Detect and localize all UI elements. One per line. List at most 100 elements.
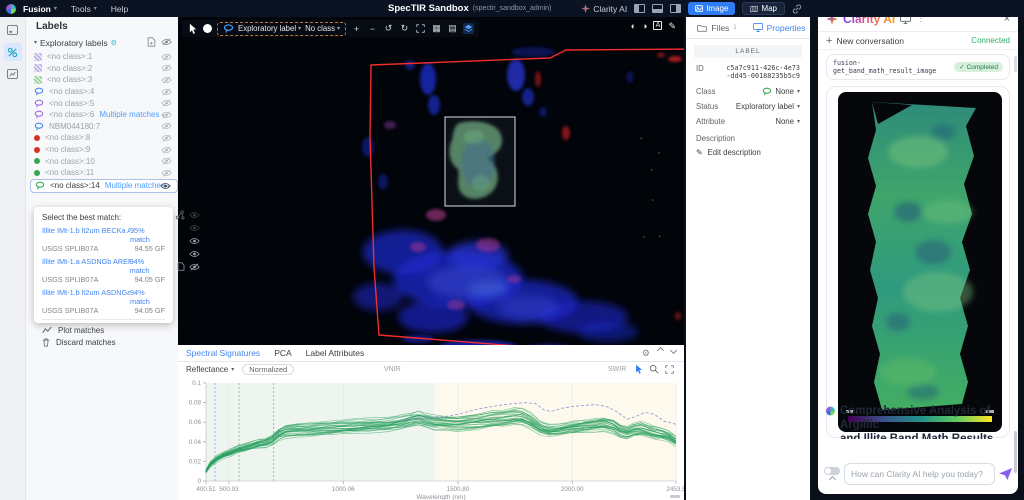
- menu-help[interactable]: Help: [104, 0, 135, 17]
- fit-view-icon[interactable]: [415, 24, 426, 33]
- new-conversation-button[interactable]: + New conversation: [826, 35, 904, 47]
- class-dropdown[interactable]: No class▾: [305, 24, 340, 33]
- visibility-eye-icon[interactable]: [161, 88, 172, 96]
- add-file-icon[interactable]: [147, 37, 156, 47]
- invert-icon[interactable]: ◑: [642, 21, 647, 32]
- tab-spectral-signatures[interactable]: Spectral Signatures: [186, 348, 260, 358]
- y-axis-mode-dropdown[interactable]: Reflectance▾: [186, 365, 234, 374]
- image-view-button[interactable]: Image: [688, 2, 735, 15]
- cursor-tool-icon[interactable]: [187, 23, 198, 34]
- visibility-eye-icon[interactable]: [161, 146, 172, 154]
- chart-rail-button[interactable]: [4, 65, 22, 83]
- visibility-eye-icon[interactable]: [161, 64, 172, 72]
- mode-toggle[interactable]: [824, 467, 840, 475]
- chevron-up-icon[interactable]: [828, 475, 835, 482]
- layers-icon[interactable]: [463, 23, 474, 34]
- multiple-matches-link[interactable]: Multiple matches ▾: [99, 110, 164, 119]
- collapse-icon[interactable]: [657, 347, 664, 354]
- layout-right-panel-icon[interactable]: [670, 4, 681, 13]
- chat-scroll-area[interactable]: fusion-get_band_math_result_image ✓ Comp…: [818, 50, 1018, 450]
- visibility-eye-icon[interactable]: [161, 76, 172, 84]
- rotate-ccw-icon[interactable]: ↺: [383, 23, 394, 34]
- layout-left-panel-icon[interactable]: [634, 4, 645, 13]
- zoom-out-icon[interactable]: −: [367, 24, 378, 34]
- molecule-icon[interactable]: [175, 210, 185, 220]
- match-row[interactable]: Illite IMt-1.b lt2um ASDNGa...94% match …: [42, 288, 165, 315]
- normalized-pill[interactable]: Normalized: [242, 364, 294, 375]
- property-field-status[interactable]: Status Exploratory label▾: [686, 96, 810, 111]
- visibility-eye-icon[interactable]: [161, 122, 172, 130]
- label-list-item[interactable]: <no class>:11: [30, 167, 178, 179]
- zoom-in-icon[interactable]: +: [351, 24, 362, 34]
- contrast-icon[interactable]: ◐: [631, 21, 636, 32]
- match-row[interactable]: Illite IMt-1.a ASDNGb AREF94% match USGS…: [42, 257, 165, 284]
- panels-rail-button[interactable]: [4, 21, 22, 39]
- label-list-item[interactable]: NBM044180:7: [30, 121, 178, 133]
- chart-h-scrollbar[interactable]: [670, 495, 680, 498]
- label-list-item[interactable]: <no class>:9: [30, 144, 178, 156]
- label-list-item[interactable]: <no class>:6 Multiple matches ▾: [30, 109, 178, 121]
- eye-off-icon[interactable]: [189, 263, 200, 271]
- visibility-eye-icon[interactable]: [160, 182, 171, 190]
- visibility-eye-icon[interactable]: [161, 169, 172, 177]
- label-list-item[interactable]: <no class>:1: [30, 51, 178, 63]
- plot-matches-button[interactable]: Plot matches: [42, 324, 165, 336]
- list-view-icon[interactable]: ▤: [447, 23, 458, 34]
- discard-matches-button[interactable]: Discard matches: [42, 336, 165, 348]
- eye-icon[interactable]: [189, 224, 200, 232]
- visibility-eye-icon[interactable]: [161, 111, 172, 119]
- clarity-scrollbar[interactable]: [1014, 431, 1017, 473]
- visibility-eye-icon[interactable]: [161, 157, 172, 165]
- rotate-cw-icon[interactable]: ↻: [399, 23, 410, 34]
- labels-rail-button[interactable]: [4, 43, 22, 61]
- brush-tool-icon[interactable]: [203, 24, 212, 33]
- label-list-item[interactable]: <no class>:8: [30, 132, 178, 144]
- chat-input[interactable]: [851, 469, 988, 479]
- file-icon[interactable]: [177, 262, 185, 271]
- property-field-attribute[interactable]: Attribute None▾: [686, 111, 810, 126]
- visibility-eye-icon[interactable]: [161, 134, 172, 142]
- gear-icon: ⚙: [111, 39, 117, 47]
- send-icon[interactable]: [999, 468, 1012, 480]
- menu-tools[interactable]: Tools▾: [64, 0, 104, 17]
- layout-bottom-panel-icon[interactable]: [652, 4, 663, 13]
- map-view-button[interactable]: Map: [742, 2, 785, 15]
- chart-cursor-icon[interactable]: [635, 364, 643, 374]
- fullscreen-icon[interactable]: [665, 365, 674, 374]
- spectral-signatures-chart[interactable]: 0 0.02 0.04 0.06 0.08 0.1 400.51 500.93 …: [178, 377, 684, 500]
- chart-settings-gear-icon[interactable]: ⚙: [642, 348, 650, 359]
- band-math-result-image[interactable]: [832, 92, 1008, 432]
- tab-files[interactable]: Files1: [686, 17, 748, 38]
- annotation-text-icon[interactable]: A: [653, 21, 662, 30]
- label-list-item[interactable]: <no class>:5: [30, 97, 178, 109]
- label-type-dropdown[interactable]: Exploratory label▾: [238, 24, 301, 33]
- image-canvas[interactable]: Exploratory label▾ No class▾ + − ↺ ↻ ▦ ▤…: [178, 17, 684, 345]
- eye-icon[interactable]: [189, 250, 200, 258]
- clarity-scrollbar-top[interactable]: [1014, 56, 1017, 72]
- tab-label-attributes[interactable]: Label Attributes: [306, 348, 365, 358]
- lasso-tool-icon[interactable]: [223, 24, 234, 33]
- grid-view-icon[interactable]: ▦: [431, 23, 442, 34]
- selected-label-region[interactable]: [445, 117, 515, 206]
- expand-icon[interactable]: [670, 347, 677, 354]
- label-list-item[interactable]: <no class>:14 Multiple matches ▾: [30, 179, 178, 193]
- label-list-item[interactable]: <no class>:4: [30, 86, 178, 98]
- link-icon[interactable]: [792, 4, 802, 14]
- property-field-class[interactable]: Class None▾: [686, 81, 810, 96]
- eye-icon[interactable]: [189, 237, 200, 245]
- draw-icon[interactable]: ✎: [668, 21, 676, 32]
- label-list-item[interactable]: <no class>:3: [30, 74, 178, 86]
- visibility-eye-icon[interactable]: [161, 53, 172, 61]
- label-list-item[interactable]: <no class>:10: [30, 155, 178, 167]
- eye-off-icon[interactable]: [161, 37, 172, 47]
- match-row[interactable]: Illite IMt-1.b lt2um BECKa A...95% match…: [42, 226, 165, 253]
- zoom-select-icon[interactable]: [649, 364, 659, 374]
- label-list-item[interactable]: <no class>:2: [30, 63, 178, 75]
- edit-description-button[interactable]: ✎ Edit description: [686, 143, 810, 162]
- menu-fusion[interactable]: Fusion▾: [16, 0, 64, 17]
- tab-pca[interactable]: PCA: [274, 348, 291, 358]
- eye-icon[interactable]: [189, 211, 200, 219]
- tab-properties[interactable]: Properties: [748, 17, 810, 38]
- clarity-ai-button[interactable]: Clarity AI: [581, 4, 627, 14]
- visibility-eye-icon[interactable]: [161, 99, 172, 107]
